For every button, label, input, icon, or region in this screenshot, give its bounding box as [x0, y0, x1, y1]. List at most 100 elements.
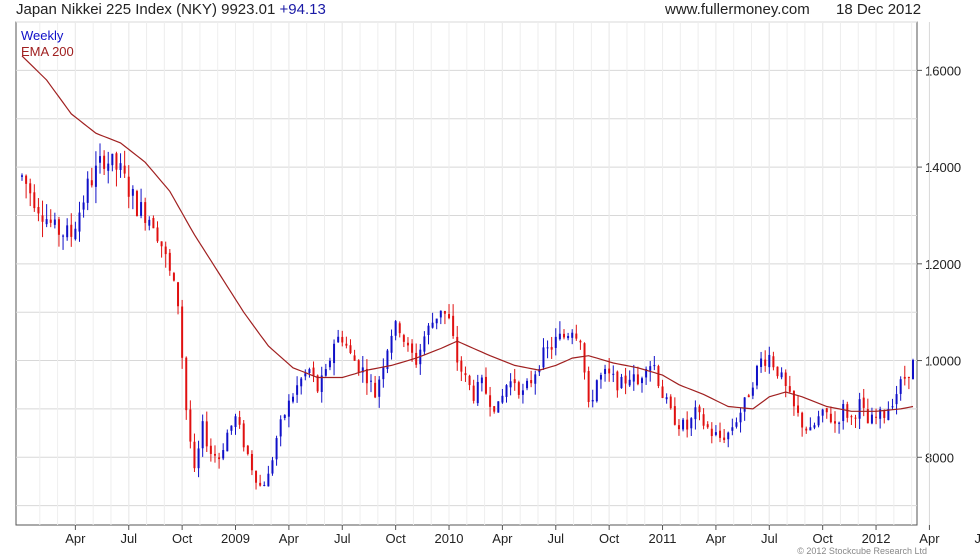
candle-body-up: [912, 360, 914, 380]
candle-body-up: [230, 425, 233, 431]
candle-body-up: [567, 336, 570, 339]
x-tick-label: 2012: [862, 531, 891, 546]
candle-body-down: [181, 306, 184, 358]
x-tick-label: Apr: [706, 531, 727, 546]
candle-body-up: [690, 418, 693, 429]
candle-body-up: [328, 360, 331, 368]
candle-body-down: [686, 419, 689, 430]
candle-body-up: [333, 343, 336, 364]
candle-body-up: [131, 188, 134, 196]
candle-body-down: [562, 333, 565, 338]
candle-body-down: [443, 311, 446, 314]
candle-body-up: [735, 422, 738, 427]
candle-body-down: [616, 371, 619, 391]
candle-body-up: [263, 484, 266, 486]
candle-body-up: [99, 156, 102, 163]
candle-body-up: [780, 372, 783, 378]
candle-body-up: [275, 438, 278, 460]
candle-body-up: [53, 219, 56, 225]
candle-body-down: [41, 215, 44, 222]
candle-body-up: [526, 380, 529, 389]
candle-body-down: [452, 315, 455, 336]
candle-body-up: [271, 460, 274, 474]
candle-body-up: [858, 399, 861, 419]
x-tick-label: 2009: [221, 531, 250, 546]
candle-body-down: [706, 424, 709, 428]
candle-body-up: [501, 395, 504, 403]
candle-body-up: [82, 202, 85, 210]
candle-body-down: [357, 360, 360, 373]
candle-body-up: [628, 379, 631, 386]
candle-body-down: [90, 180, 93, 186]
candle-body-up: [45, 219, 48, 225]
candle-body-down: [776, 366, 779, 377]
candle-body-up: [694, 407, 697, 420]
candle-body-up: [731, 427, 734, 431]
candle-body-down: [702, 414, 705, 426]
candle-body-up: [595, 380, 598, 402]
candle-body-up: [895, 394, 898, 405]
candle-body-up: [899, 379, 902, 394]
candle-body-up: [665, 397, 668, 400]
candle-body-down: [189, 409, 192, 442]
candle-body-up: [86, 178, 89, 203]
candle-body-down: [312, 367, 315, 376]
candle-body-down: [135, 191, 138, 217]
y-tick-label: 10000: [925, 354, 961, 369]
candle-body-down: [710, 428, 713, 437]
candle-body-up: [838, 422, 841, 424]
candle-body-down: [115, 153, 118, 170]
candle-body-down: [345, 343, 348, 346]
candle-body-up: [682, 419, 685, 430]
legend-ema: EMA 200: [21, 44, 74, 59]
candle-body-down: [448, 314, 451, 319]
candle-body-down: [398, 323, 401, 334]
candle-body-up: [279, 419, 282, 437]
candle-body-down: [517, 382, 520, 395]
candle-body-down: [801, 412, 804, 428]
candle-body-down: [103, 155, 106, 169]
candle-body-up: [813, 425, 816, 428]
candle-body-down: [772, 356, 775, 368]
candle-body-down: [57, 219, 60, 235]
y-tick-label: 16000: [925, 63, 961, 78]
candle-body-down: [37, 207, 40, 214]
candle-body-up: [620, 376, 623, 389]
candle-body-up: [599, 374, 602, 380]
candle-body-down: [698, 406, 701, 413]
candle-body-down: [677, 425, 680, 430]
candle-body-up: [653, 365, 656, 367]
candle-body-down: [460, 360, 463, 372]
candle-body-down: [608, 368, 611, 374]
candle-body-down: [411, 343, 414, 353]
candle-body-down: [242, 423, 245, 448]
x-tick-label: Apr: [919, 531, 940, 546]
candle-body-down: [213, 453, 216, 456]
candle-body-down: [850, 416, 853, 418]
candle-body-up: [283, 415, 286, 418]
candle-body-down: [177, 282, 180, 307]
copyright-footer: © 2012 Stockcube Research Ltd: [797, 546, 927, 556]
candle-body-up: [571, 332, 574, 338]
candle-body-down: [907, 377, 910, 379]
candle-body-down: [489, 395, 492, 407]
y-tick-label: 14000: [925, 160, 961, 175]
legend-weekly: Weekly: [21, 28, 64, 43]
candle-body-up: [234, 416, 237, 427]
x-tick-label: Jul: [334, 531, 351, 546]
candle-body-up: [119, 163, 122, 170]
candle-body-down: [747, 395, 750, 398]
candle-body-down: [854, 417, 857, 419]
candle-body-up: [632, 374, 635, 382]
candle-body-up: [751, 387, 754, 396]
candle-body-up: [870, 414, 873, 424]
candle-body-down: [255, 470, 258, 483]
candle-body-up: [604, 368, 607, 374]
candle-body-up: [304, 373, 307, 377]
candle-body-down: [152, 218, 155, 229]
candle-body-down: [484, 376, 487, 394]
x-tick-label: Oct: [599, 531, 620, 546]
candle-body-up: [378, 379, 381, 397]
x-tick-label: Jul: [547, 531, 564, 546]
candle-body-up: [222, 450, 225, 459]
